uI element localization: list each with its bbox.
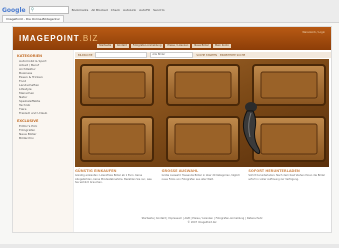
browser-statusbar	[0, 244, 339, 248]
feature-title: GROSSE AUSWAHL	[161, 169, 199, 173]
nav-item-2[interactable]: Fotografen-Anmeldung	[130, 44, 164, 48]
logo-main: IMAGEPOINT	[19, 34, 80, 43]
nav-item-0[interactable]: Startseite	[97, 44, 114, 48]
logo-suffix: .BIZ	[79, 34, 99, 43]
bookmark-item-0[interactable]: Bookmarks	[72, 8, 89, 12]
feature-text: Sofort herunterladen: Nach dem Kauf steh…	[248, 174, 326, 181]
feature-column-1: GROSSE AUSWAHL Große Auswahl: Tausende B…	[162, 169, 243, 215]
bookmark-item-2[interactable]: Check	[111, 8, 120, 12]
nav-item-1[interactable]: Kontakt	[115, 44, 129, 48]
exclusive-item[interactable]: Bildarchiv	[19, 136, 73, 140]
feature-text: Große Auswahl: Tausende Bilder in über 2…	[161, 174, 240, 181]
header-info[interactable]: Warenkorb / Login	[265, 31, 325, 34]
nav-item-5[interactable]: Mein Konto	[212, 44, 231, 48]
top-nav: Startseite Kontakt Fotografen-Anmeldung …	[97, 44, 231, 48]
category-select[interactable]: Alle Bilder	[150, 52, 194, 58]
google-search-input[interactable]: ⚲	[28, 6, 69, 14]
sidebar: KATEGORIEN Automobil & Sport Arbeit / Be…	[13, 50, 74, 232]
search-icon: ⚲	[30, 7, 35, 13]
category-item[interactable]: Freizeit und Urlaub	[19, 111, 73, 115]
bookmark-item-1[interactable]: All Blocked	[91, 8, 107, 12]
bookmark-item-4[interactable]: AutoFill	[139, 8, 150, 12]
feature-text: Günstig einkaufen: Lizenzfreie Bilder ab…	[75, 174, 152, 184]
browser-tab[interactable]: ImagePoint - Die Online-Bildagentur	[2, 15, 64, 22]
nav-item-3[interactable]: Preise / Lizenzen	[165, 44, 191, 48]
feature-column-2: SOFORT HERUNTERLADEN Sofort herunterlade…	[248, 169, 329, 215]
browser-toolbar: Google ⚲ Bookmarks All Blocked Check Aut…	[0, 0, 339, 23]
web-page: IMAGEPOINT.BIZ Warenkorb / Login Startse…	[12, 26, 332, 233]
footer-copyright: © 2007 ImagePoint.biz	[187, 220, 217, 224]
search-bar: BILDSUCHE Alle Bilder SUCHE STARTEN ERWE…	[75, 52, 331, 58]
feature-column-0: GÜNSTIG EINKAUFEN Günstig einkaufen: Liz…	[75, 169, 156, 215]
feature-title: GÜNSTIG EINKAUFEN	[75, 169, 117, 173]
sidebar-heading-categories: KATEGORIEN	[17, 54, 43, 58]
cabinet-illustration	[75, 59, 329, 167]
feature-title: SOFORT HERUNTERLADEN	[248, 169, 300, 173]
google-search-label: Google	[2, 6, 26, 14]
google-toolbar: Google ⚲ Bookmarks All Blocked Check Aut…	[2, 6, 165, 14]
site-footer: Startseite | Kontakt | Impressum | AGB |…	[75, 217, 329, 224]
bookmark-item-5[interactable]: Send to	[153, 8, 165, 12]
feature-columns: GÜNSTIG EINKAUFEN Günstig einkaufen: Liz…	[75, 169, 329, 215]
search-label: BILDSUCHE	[78, 53, 93, 57]
site-header: IMAGEPOINT.BIZ Warenkorb / Login Startse…	[13, 27, 331, 50]
tab-bar: ImagePoint - Die Online-Bildagentur	[2, 15, 64, 22]
site-logo[interactable]: IMAGEPOINT.BIZ	[19, 34, 98, 43]
sidebar-heading-exclusive: EXCLUSIVE	[17, 119, 39, 123]
nav-item-4[interactable]: Neue Bilder	[192, 44, 211, 48]
search-input[interactable]	[95, 52, 148, 58]
bookmark-item-3[interactable]: AutoLink	[123, 8, 136, 12]
hero-image-cabinet	[75, 59, 329, 167]
extended-search-link[interactable]: ERWEITERTE SUCHE	[220, 54, 245, 57]
search-button[interactable]: SUCHE STARTEN	[196, 54, 217, 57]
